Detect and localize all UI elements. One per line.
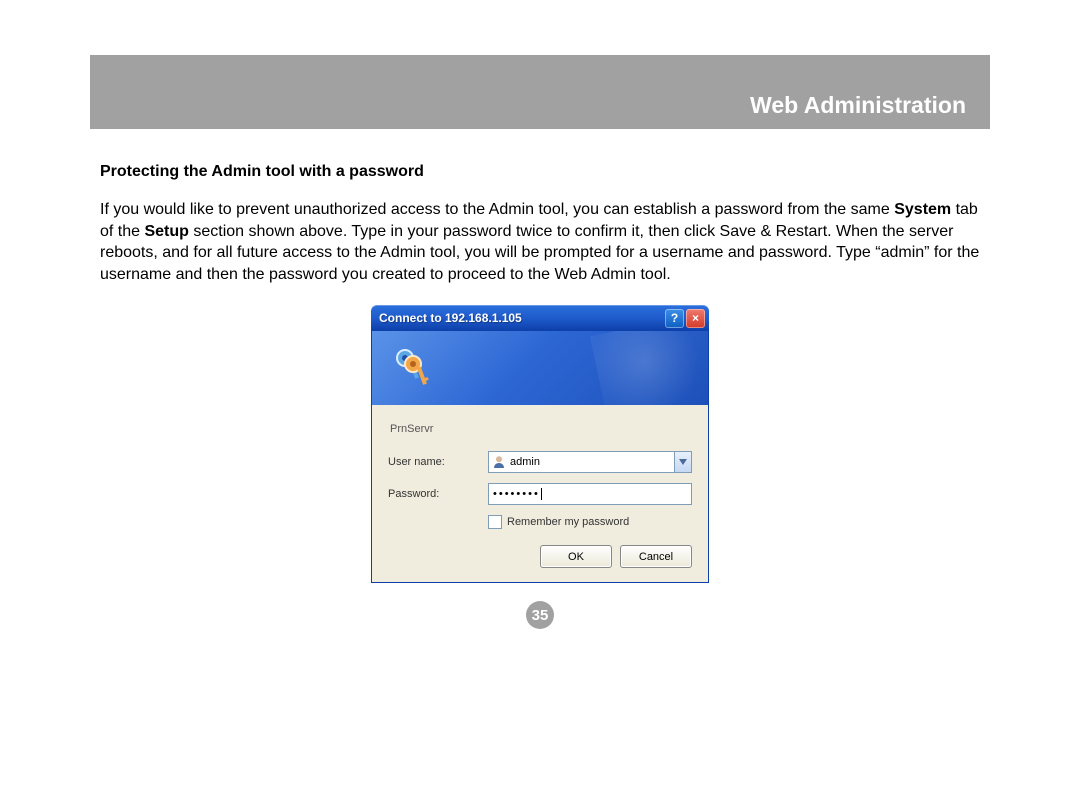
page-header-title: Web Administration — [750, 92, 966, 119]
document-page: Web Administration Protecting the Admin … — [90, 55, 990, 629]
password-value: •••••••• — [493, 488, 540, 500]
remember-label: Remember my password — [507, 516, 629, 528]
bold-setup: Setup — [144, 223, 188, 240]
cancel-button[interactable]: Cancel — [620, 545, 692, 568]
text-fragment: If you would like to prevent unauthorize… — [100, 201, 894, 218]
close-button[interactable]: × — [686, 309, 705, 328]
text-cursor — [541, 488, 542, 500]
section-heading: Protecting the Admin tool with a passwor… — [100, 163, 980, 181]
page-number-badge: 35 — [526, 601, 554, 629]
dialog-body: PrnServr User name: admin — [371, 405, 709, 583]
password-row: Password: •••••••• — [388, 483, 692, 505]
password-field[interactable]: •••••••• — [488, 483, 692, 505]
ok-label: OK — [568, 551, 584, 563]
help-button[interactable]: ? — [665, 309, 684, 328]
combo-dropdown-button[interactable] — [674, 452, 691, 472]
remember-checkbox[interactable] — [488, 515, 502, 529]
dialog-title: Connect to 192.168.1.105 — [379, 311, 663, 325]
cancel-label: Cancel — [639, 551, 673, 563]
page-number: 35 — [532, 607, 549, 624]
user-icon — [492, 455, 506, 469]
dialog-button-row: OK Cancel — [388, 545, 692, 568]
username-row: User name: admin — [388, 451, 692, 473]
close-icon: × — [692, 311, 699, 325]
username-combo[interactable]: admin — [488, 451, 692, 473]
bold-system: System — [894, 201, 951, 218]
instruction-paragraph: If you would like to prevent unauthorize… — [100, 199, 980, 285]
keys-icon — [392, 345, 436, 389]
header-bar: Web Administration — [90, 55, 990, 129]
username-value: admin — [510, 456, 674, 468]
dialog-banner — [371, 331, 709, 405]
username-label: User name: — [388, 456, 488, 468]
remember-row[interactable]: Remember my password — [488, 515, 692, 529]
password-label: Password: — [388, 488, 488, 500]
dialog-titlebar[interactable]: Connect to 192.168.1.105 ? × — [371, 305, 709, 331]
help-icon: ? — [671, 311, 678, 325]
content-area: Protecting the Admin tool with a passwor… — [90, 129, 990, 629]
realm-label: PrnServr — [390, 423, 692, 435]
chevron-down-icon — [679, 459, 687, 465]
auth-dialog: Connect to 192.168.1.105 ? × — [371, 305, 709, 583]
ok-button[interactable]: OK — [540, 545, 612, 568]
text-fragment: section shown above. Type in your passwo… — [100, 223, 979, 283]
